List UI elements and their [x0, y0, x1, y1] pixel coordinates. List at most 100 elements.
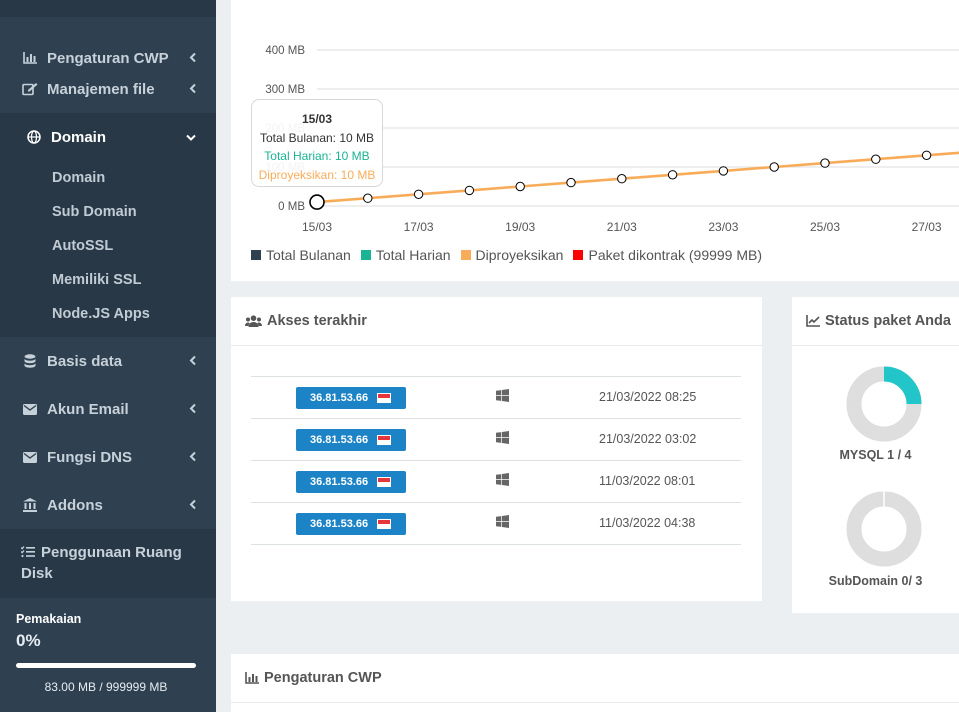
database-icon — [21, 354, 39, 368]
submenu-item-autossl[interactable]: AutoSSL — [0, 229, 216, 263]
donut-segment — [883, 366, 922, 405]
recent-access-header: Akses terakhir — [231, 297, 762, 346]
sidebar-item-addons[interactable]: Addons — [0, 481, 216, 529]
ip-address-button[interactable]: 36.81.53.66 — [296, 513, 406, 535]
indonesia-flag-icon — [377, 519, 391, 529]
x-tick-label: 21/03 — [607, 220, 637, 234]
windows-icon — [496, 473, 509, 491]
legend-label: Paket dikontrak (99999 MB) — [588, 247, 763, 263]
access-datetime: 11/03/2022 04:38 — [599, 516, 696, 530]
line-chart-icon — [806, 315, 820, 327]
cwp-settings-header: Pengaturan CWP — [231, 654, 959, 703]
recent-access-table: 36.81.53.66 21/03/2022 08:25 36.81.53.66… — [251, 376, 741, 545]
sidebar-item-label: Domain — [51, 128, 107, 146]
data-point — [515, 181, 525, 192]
table-row: 36.81.53.66 21/03/2022 08:25 — [251, 377, 741, 419]
data-point — [769, 162, 779, 172]
data-point — [667, 170, 678, 180]
legend-item-paket-dikontrak[interactable]: Paket dikontrak (99999 MB) — [573, 247, 762, 263]
sidebar-item-label: Manajemen file — [47, 80, 155, 98]
ip-address: 36.81.53.66 — [310, 476, 369, 488]
usage-progress-bar — [16, 663, 196, 668]
data-point — [413, 189, 424, 200]
sidebar-item-manajemen-file[interactable]: Manajemen file — [0, 65, 216, 113]
y-tick-label: 0 MB — [278, 201, 305, 213]
subdomain-usage-label: SubDomain 0/ 3 — [828, 574, 923, 588]
users-icon — [245, 315, 262, 327]
sidebar-item-label: Fungsi DNS — [47, 448, 132, 466]
tooltip-line-total-bulanan: Total Bulanan: 10 MB — [259, 130, 375, 145]
envelope-icon — [21, 403, 39, 415]
series-line — [316, 151, 959, 204]
bank-icon — [21, 498, 39, 512]
x-tick-label: 17/03 — [404, 220, 434, 234]
chevron-left-icon — [189, 81, 196, 98]
chevron-down-icon — [186, 129, 196, 146]
legend-swatch — [360, 250, 371, 260]
tasks-icon — [20, 544, 35, 564]
submenu-item-nodejs-apps[interactable]: Node.JS Apps — [0, 297, 216, 331]
x-tick-label: 15/03 — [302, 220, 332, 234]
recent-access-title: Akses terakhir — [267, 313, 367, 329]
data-point — [363, 193, 373, 203]
chevron-left-icon — [189, 50, 196, 67]
sidebar-top-strip — [0, 0, 216, 17]
data-point — [921, 150, 932, 161]
legend-label: Total Harian — [375, 247, 451, 263]
domain-submenu: Domain Sub Domain AutoSSL Memiliki SSL N… — [0, 161, 216, 337]
y-tick-label: 300 MB — [265, 84, 305, 96]
subdomain-donut — [846, 491, 922, 567]
edit-icon — [21, 82, 39, 96]
cwp-settings-panel: Pengaturan CWP — [231, 654, 959, 712]
table-row: 36.81.53.66 11/03/2022 04:38 — [251, 503, 741, 545]
table-row: 36.81.53.66 11/03/2022 08:01 — [251, 461, 741, 503]
ip-address-button[interactable]: 36.81.53.66 — [296, 429, 406, 451]
usage-percent: 0% — [16, 631, 41, 650]
indonesia-flag-icon — [377, 477, 391, 487]
tooltip-line-total-harian: Total Harian: 10 MB — [264, 149, 370, 163]
sidebar-item-basis-data[interactable]: Basis data — [0, 337, 216, 385]
usage-size: 83.00 MB / 999999 MB — [44, 680, 168, 694]
mysql-donut — [846, 366, 922, 442]
tooltip-line-diproyeksikan: Diproyeksikan: 10 MB — [258, 167, 376, 182]
envelope-icon — [21, 451, 39, 463]
sidebar-item-fungsi-dns[interactable]: Fungsi DNS — [0, 433, 216, 481]
submenu-item-sub-domain[interactable]: Sub Domain — [0, 195, 216, 229]
data-point — [617, 174, 627, 184]
table-row: 36.81.53.66 21/03/2022 03:02 — [251, 419, 741, 461]
chevron-left-icon — [189, 449, 196, 466]
data-point — [820, 158, 830, 168]
tooltip-title: 15/03 — [301, 112, 333, 126]
ip-address: 36.81.53.66 — [310, 434, 369, 446]
x-tick-label: 19/03 — [505, 220, 535, 234]
windows-icon — [496, 389, 509, 407]
submenu-item-memiliki-ssl[interactable]: Memiliki SSL — [0, 263, 216, 297]
package-status-header: Status paket Anda — [792, 297, 959, 346]
sidebar: Pengaturan CWP Manajemen file Domain Dom… — [0, 0, 216, 712]
legend-item-total-harian[interactable]: Total Harian — [360, 247, 451, 263]
legend-item-total-bulanan[interactable]: Total Bulanan — [251, 247, 351, 263]
ip-address-button[interactable]: 36.81.53.66 — [296, 387, 406, 409]
x-tick-label: 27/03 — [912, 220, 942, 234]
legend-label: Diproyeksikan — [475, 247, 564, 263]
submenu-item-domain[interactable]: Domain — [0, 161, 216, 195]
cwp-settings-title: Pengaturan CWP — [264, 670, 382, 686]
data-point — [718, 166, 729, 176]
sidebar-item-akun-email[interactable]: Akun Email — [0, 385, 216, 433]
ip-address-button[interactable]: 36.81.53.66 — [296, 471, 406, 493]
legend-item-diproyeksikan[interactable]: Diproyeksikan — [460, 247, 564, 263]
sidebar-item-domain[interactable]: Domain — [0, 113, 216, 161]
data-point — [566, 177, 576, 188]
access-datetime: 21/03/2022 03:02 — [599, 432, 697, 446]
indonesia-flag-icon — [377, 435, 391, 445]
windows-icon — [496, 515, 509, 533]
package-status-title: Status paket Anda — [825, 313, 951, 329]
bar-chart-icon — [21, 52, 39, 64]
data-point — [871, 154, 881, 164]
recent-access-panel: Akses terakhir 36.81.53.66 21/03/2022 08… — [231, 297, 762, 601]
sidebar-item-disk-usage[interactable]: Penggunaan Ruang Disk — [0, 529, 216, 598]
chart-tooltip: 15/03 Total Bulanan: 10 MB Total Harian:… — [251, 99, 383, 187]
legend-swatch — [251, 250, 261, 260]
data-point — [464, 185, 475, 196]
sidebar-item-label: Akun Email — [47, 400, 129, 418]
